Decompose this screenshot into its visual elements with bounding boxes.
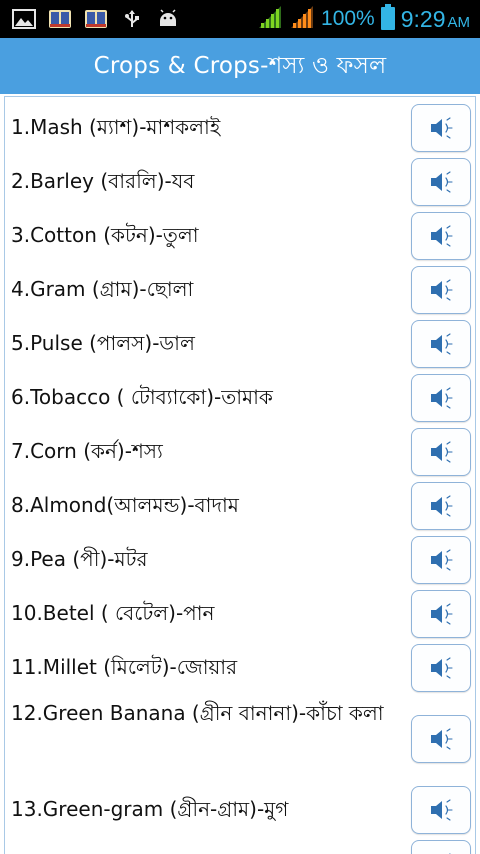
- notification-icons: [12, 8, 180, 30]
- list-item-text: 12.Green Banana (গ্রীন বানানা)-কাঁচা কলা: [11, 701, 384, 725]
- speaker-icon: [431, 117, 453, 139]
- page-title: Crops & Crops-শস্য ও ফসল: [93, 52, 387, 79]
- speaker-icon: [431, 171, 453, 193]
- battery-icon: [380, 4, 395, 34]
- signal-icon: [257, 4, 283, 34]
- list-item-text: 2.Barley (বারলি)-যব: [11, 169, 195, 193]
- list-item: [5, 837, 475, 854]
- speaker-icon: [431, 441, 453, 463]
- speaker-icon: [431, 657, 453, 679]
- clock-time: 9:29: [400, 5, 446, 32]
- speak-button[interactable]: [411, 428, 471, 476]
- speaker-icon: [431, 225, 453, 247]
- list-item: 6.Tobacco ( টোব্যাকো)-তামাক: [5, 371, 475, 425]
- speaker-icon: [431, 333, 453, 355]
- speaker-icon: [431, 728, 453, 750]
- speak-button[interactable]: [411, 266, 471, 314]
- speak-button[interactable]: [411, 374, 471, 422]
- list-item-text: 8.Almond(আলমন্ড)-বাদাম: [11, 493, 239, 517]
- usb-icon: [120, 9, 144, 29]
- speak-button[interactable]: [411, 212, 471, 260]
- status-bar: 100% 9:29 AM: [0, 0, 480, 38]
- list-item-text: 5.Pulse (পালস)-ডাল: [11, 331, 195, 355]
- speaker-icon: [431, 279, 453, 301]
- speak-button[interactable]: [411, 158, 471, 206]
- clock-ampm: AM: [447, 13, 471, 31]
- word-list[interactable]: 1.Mash (ম্যাশ)-মাশকলাই 2.Barley (বারলি)-য…: [4, 96, 476, 854]
- list-item: 7.Corn (কর্ন)-শস্য: [5, 425, 475, 479]
- battery-percent: 100%: [321, 7, 375, 30]
- list-item-text: 6.Tobacco ( টোব্যাকো)-তামাক: [11, 385, 273, 409]
- list-item-text: 10.Betel ( বেটেল)-পান: [11, 601, 215, 625]
- list-item-text: 3.Cotton (কটন)-তুলা: [11, 223, 199, 247]
- list-item: 11.Millet (মিলেট)-জোয়ার: [5, 641, 475, 695]
- speaker-icon: [431, 549, 453, 571]
- speak-button[interactable]: [411, 644, 471, 692]
- list-item: 1.Mash (ম্যাশ)-মাশকলাই: [5, 101, 475, 155]
- clock: 9:29 AM: [401, 6, 470, 33]
- gallery-icon: [12, 9, 36, 29]
- list-item-text: 13.Green-gram (গ্রীন-গ্রাম)-মুগ: [11, 797, 289, 821]
- list-item: 4.Gram (গ্রাম)-ছোলা: [5, 263, 475, 317]
- list-item: 10.Betel ( বেটেল)-পান: [5, 587, 475, 641]
- system-indicators: 100% 9:29 AM: [257, 4, 470, 34]
- android-icon: [156, 9, 180, 29]
- speaker-icon: [431, 495, 453, 517]
- speak-button[interactable]: [411, 590, 471, 638]
- list-item-text: 9.Pea (পী)-মটর: [11, 547, 148, 571]
- speak-button[interactable]: [411, 104, 471, 152]
- list-item: 9.Pea (পী)-মটর: [5, 533, 475, 587]
- speaker-icon: [431, 799, 453, 821]
- speak-button[interactable]: [411, 715, 471, 763]
- book-app-icon: [48, 9, 72, 29]
- list-item: 5.Pulse (পালস)-ডাল: [5, 317, 475, 371]
- list-item: 8.Almond(আলমন্ড)-বাদাম: [5, 479, 475, 533]
- list-item: 12.Green Banana (গ্রীন বানানা)-কাঁচা কলা: [5, 695, 475, 783]
- speak-button[interactable]: [411, 840, 471, 854]
- speaker-icon: [431, 603, 453, 625]
- speak-button[interactable]: [411, 482, 471, 530]
- speaker-icon: [431, 387, 453, 409]
- speak-button[interactable]: [411, 786, 471, 834]
- list-item: 2.Barley (বারলি)-যব: [5, 155, 475, 209]
- list-item: 13.Green-gram (গ্রীন-গ্রাম)-মুগ: [5, 783, 475, 837]
- app-bar: Crops & Crops-শস্য ও ফসল: [0, 38, 480, 94]
- speak-button[interactable]: [411, 536, 471, 584]
- list-item: 3.Cotton (কটন)-তুলা: [5, 209, 475, 263]
- book-app-icon-2: [84, 9, 108, 29]
- list-item-text: 4.Gram (গ্রাম)-ছোলা: [11, 277, 194, 301]
- signal-icon-2: [289, 4, 315, 34]
- list-item-text: 1.Mash (ম্যাশ)-মাশকলাই: [11, 115, 221, 139]
- list-item-text: 11.Millet (মিলেট)-জোয়ার: [11, 655, 238, 679]
- speak-button[interactable]: [411, 320, 471, 368]
- list-item-text: 7.Corn (কর্ন)-শস্য: [11, 439, 163, 463]
